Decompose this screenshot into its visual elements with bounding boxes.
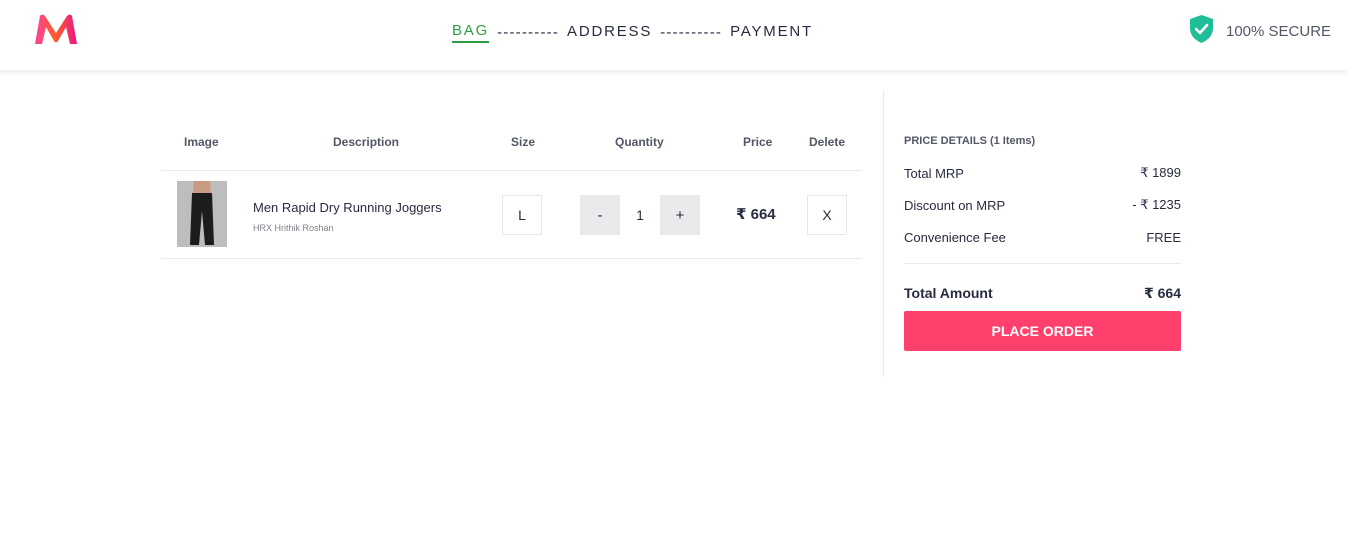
total-mrp-row: Total MRP ₹ 1899 [904, 157, 1181, 189]
myntra-logo[interactable] [31, 13, 81, 47]
place-order-button[interactable]: PLACE ORDER [904, 311, 1181, 351]
price-details: PRICE DETAILS (1 Items) Total MRP ₹ 1899… [904, 125, 1181, 351]
vertical-divider [883, 90, 884, 377]
total-amount-label: Total Amount [904, 285, 993, 301]
header-delete: Delete [809, 135, 846, 149]
convenience-fee-row: Convenience Fee FREE [904, 221, 1181, 253]
size-selector[interactable]: L [502, 195, 542, 235]
total-mrp-value: ₹ 1899 [1140, 165, 1181, 180]
discount-label: Discount on MRP [904, 197, 1006, 213]
step-separator: ---------- [497, 23, 560, 41]
total-amount-value: ₹ 664 [1144, 284, 1181, 301]
step-separator: ---------- [660, 23, 723, 41]
secure-label: 100% SECURE [1226, 22, 1332, 40]
convenience-fee-label: Convenience Fee [904, 229, 1006, 245]
total-mrp-label: Total MRP [904, 165, 964, 181]
quantity-value: 1 [620, 195, 660, 235]
step-payment[interactable]: PAYMENT [730, 23, 813, 42]
discount-value: - ₹ 1235 [1132, 197, 1181, 212]
product-brand: HRX Hrithik Roshan [253, 223, 334, 233]
delete-item-button[interactable]: X [807, 195, 847, 235]
increase-quantity-button[interactable]: + [660, 195, 700, 235]
header-image: Image [184, 135, 219, 149]
total-amount-row: Total Amount ₹ 664 [904, 281, 1181, 305]
product-name[interactable]: Men Rapid Dry Running Joggers [253, 200, 442, 215]
price-details-title: PRICE DETAILS (1 Items) [904, 135, 1036, 147]
header-price: Price [743, 135, 773, 149]
checkout-steps: BAG ---------- ADDRESS ---------- PAYMEN… [452, 20, 813, 44]
convenience-fee-value: FREE [1146, 229, 1181, 245]
cart-table: Image Description Size Quantity Price De… [161, 125, 862, 259]
header-size: Size [511, 135, 536, 149]
summary-divider [904, 263, 1181, 264]
decrease-quantity-button[interactable]: - [580, 195, 620, 235]
secure-badge: 100% SECURE [1188, 14, 1331, 48]
quantity-stepper: - 1 + [580, 195, 700, 235]
header: BAG ---------- ADDRESS ---------- PAYMEN… [0, 0, 1347, 70]
header-description: Description [333, 135, 400, 149]
table-header: Image Description Size Quantity Price De… [161, 125, 862, 171]
table-row: Men Rapid Dry Running Joggers HRX Hrithi… [161, 171, 862, 259]
product-image[interactable] [177, 181, 227, 247]
discount-row: Discount on MRP - ₹ 1235 [904, 189, 1181, 221]
header-quantity: Quantity [615, 135, 664, 149]
step-bag[interactable]: BAG [452, 22, 490, 43]
step-address[interactable]: ADDRESS [567, 23, 652, 42]
item-price: ₹ 664 [736, 206, 776, 223]
shield-check-icon [1188, 14, 1226, 48]
